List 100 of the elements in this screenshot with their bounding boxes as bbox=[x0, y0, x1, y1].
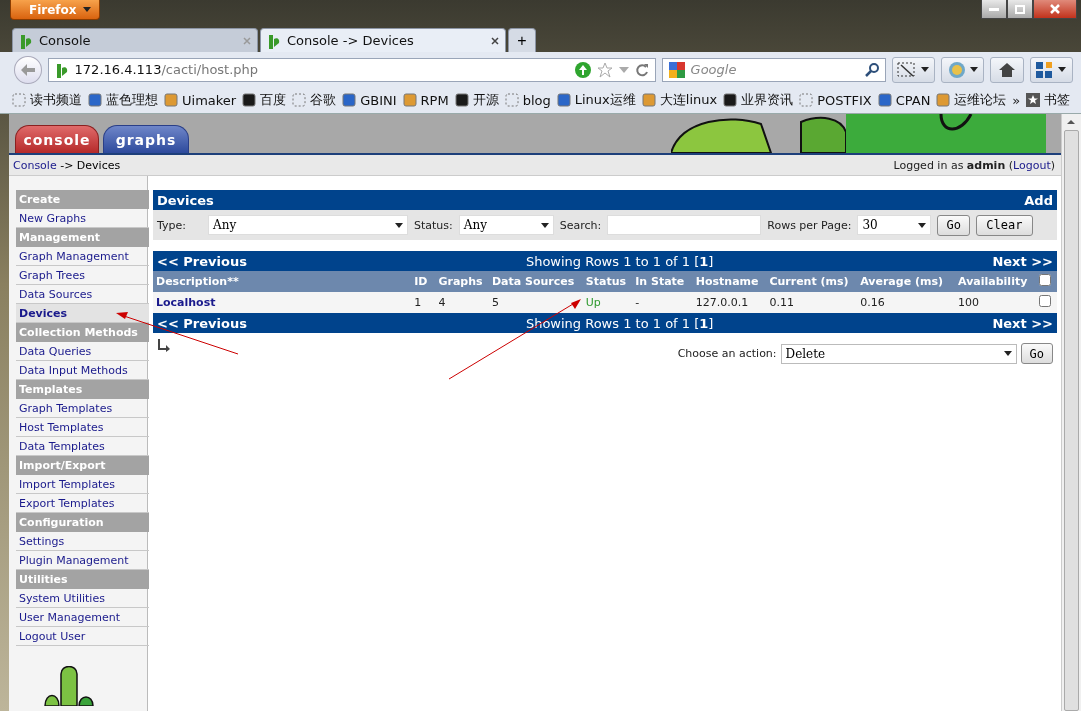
table-cell: 1 bbox=[411, 292, 436, 313]
rows-per-page-label: Rows per Page: bbox=[767, 218, 852, 232]
bookmark-icon bbox=[723, 93, 738, 107]
clear-button[interactable]: Clear bbox=[975, 214, 1033, 236]
bookmark-item[interactable]: GBINI bbox=[342, 92, 397, 108]
column-header[interactable]: Availability bbox=[955, 271, 1036, 292]
next-link[interactable]: Next >> bbox=[992, 315, 1053, 331]
reload-icon[interactable] bbox=[634, 62, 649, 77]
tiles-icon bbox=[1036, 61, 1055, 78]
bookmark-item[interactable]: CPAN bbox=[877, 92, 931, 108]
column-header[interactable]: Data Sources bbox=[488, 271, 583, 292]
bookmark-item[interactable]: 蓝色理想 bbox=[88, 91, 158, 109]
bookmarks-folder[interactable]: 书签 bbox=[1026, 91, 1071, 109]
scrollbar[interactable] bbox=[1061, 114, 1081, 711]
browser-tab[interactable]: Console bbox=[12, 28, 258, 52]
sidebar-item[interactable]: Graph Management bbox=[16, 247, 149, 266]
minimize-button[interactable] bbox=[981, 0, 1007, 19]
action-select[interactable]: Delete bbox=[780, 343, 1017, 364]
sidebar-item[interactable]: Logout User bbox=[16, 627, 149, 646]
maximize-icon bbox=[1015, 4, 1025, 14]
bookmark-item[interactable]: 开源 bbox=[454, 91, 499, 109]
next-link[interactable]: Next >> bbox=[992, 253, 1053, 269]
add-link[interactable]: Add bbox=[1024, 192, 1053, 208]
bookmark-icon bbox=[454, 93, 469, 107]
select-all-checkbox[interactable] bbox=[1038, 274, 1051, 286]
search-field[interactable]: Google bbox=[661, 57, 886, 82]
bookmark-item[interactable]: 运维论坛 bbox=[936, 91, 1007, 109]
bookmark-item[interactable]: blog bbox=[504, 92, 551, 108]
bookmark-item[interactable]: 读书频道 bbox=[12, 91, 82, 109]
dropdown-caret-icon bbox=[969, 67, 978, 72]
column-header[interactable]: Description** bbox=[153, 271, 412, 292]
close-button[interactable] bbox=[1033, 0, 1077, 19]
column-header[interactable]: Status bbox=[582, 271, 633, 292]
sidebar-item[interactable]: Graph Trees bbox=[16, 266, 149, 285]
scissors-frame-icon bbox=[897, 61, 918, 78]
previous-link[interactable]: << Previous bbox=[157, 315, 247, 331]
sidebar-item[interactable]: Data Queries bbox=[16, 342, 149, 361]
bookmark-item[interactable]: Linux运维 bbox=[556, 91, 636, 109]
search-input[interactable] bbox=[607, 215, 762, 235]
column-header[interactable]: Average (ms) bbox=[857, 271, 956, 292]
browser-tab[interactable]: Console -> Devices bbox=[260, 28, 506, 52]
url-field[interactable]: 172.16.4.113/cacti/host.php bbox=[47, 57, 656, 82]
bookmark-item[interactable]: RPM bbox=[402, 92, 449, 108]
column-header[interactable]: Hostname bbox=[692, 271, 767, 292]
sidebar-item[interactable]: Host Templates bbox=[16, 418, 149, 437]
bookmark-icon bbox=[504, 93, 519, 107]
type-select[interactable]: Any bbox=[208, 215, 408, 235]
search-icon[interactable] bbox=[864, 62, 879, 77]
badge-tool-button[interactable] bbox=[940, 56, 985, 83]
previous-link[interactable]: << Previous bbox=[157, 253, 247, 269]
rows-per-page-select[interactable]: 30 bbox=[857, 215, 932, 235]
screenshot-tool-button[interactable] bbox=[891, 56, 935, 83]
device-link[interactable]: Localhost bbox=[153, 292, 412, 313]
sidebar-item[interactable]: Settings bbox=[16, 532, 149, 551]
close-icon[interactable] bbox=[491, 36, 499, 45]
sidebar-item[interactable]: Import Templates bbox=[16, 475, 149, 494]
more-bookmarks-chevron[interactable]: » bbox=[1012, 92, 1021, 108]
breadcrumb-link[interactable]: Console bbox=[13, 158, 57, 172]
back-button[interactable] bbox=[14, 55, 42, 84]
bookmark-item[interactable]: Uimaker bbox=[164, 92, 237, 108]
column-header[interactable]: ID bbox=[411, 271, 436, 292]
action-go-button[interactable]: Go bbox=[1020, 343, 1053, 364]
top-tab[interactable]: console bbox=[15, 125, 99, 153]
dropdown-caret-icon[interactable] bbox=[618, 66, 629, 73]
bookmark-item[interactable]: 业界资讯 bbox=[723, 91, 794, 109]
home-button[interactable] bbox=[990, 56, 1024, 83]
home-icon bbox=[998, 62, 1015, 77]
sidebar-item[interactable]: Devices bbox=[16, 304, 149, 323]
bookmark-item[interactable]: 谷歌 bbox=[292, 91, 337, 109]
column-header[interactable]: Current (ms) bbox=[766, 271, 858, 292]
logout-link[interactable]: Logout bbox=[1013, 158, 1051, 172]
apps-button[interactable] bbox=[1029, 56, 1073, 83]
dropdown-caret-icon bbox=[921, 67, 930, 72]
table-cell: 0.11 bbox=[766, 292, 858, 313]
new-tab-button[interactable]: + bbox=[508, 28, 536, 52]
sidebar-header: Create bbox=[16, 190, 149, 209]
go-button[interactable]: Go bbox=[937, 214, 970, 236]
back-arrow-icon bbox=[20, 63, 35, 76]
sidebar-item[interactable]: User Management bbox=[16, 608, 149, 627]
column-header[interactable]: In State bbox=[632, 271, 693, 292]
bookmark-item[interactable]: 百度 bbox=[242, 91, 287, 109]
status-select[interactable]: Any bbox=[458, 215, 554, 235]
sidebar-item[interactable]: Graph Templates bbox=[16, 399, 149, 418]
bookmark-item[interactable]: 大连linux bbox=[641, 91, 718, 109]
sidebar-item[interactable]: System Utilities bbox=[16, 589, 149, 608]
scrollbar-thumb[interactable] bbox=[1064, 130, 1079, 711]
table-cell: Up bbox=[582, 292, 633, 313]
table-cell: 127.0.0.1 bbox=[692, 292, 767, 313]
go-icon[interactable] bbox=[574, 61, 591, 78]
row-checkbox[interactable] bbox=[1038, 295, 1051, 307]
table-cell: 0.16 bbox=[857, 292, 956, 313]
star-icon[interactable] bbox=[596, 61, 613, 78]
login-status-text: Logged in as admin (Logout) bbox=[893, 158, 1055, 172]
top-tab[interactable]: graphs bbox=[103, 125, 189, 153]
cactus-icon bbox=[267, 32, 281, 49]
column-header[interactable]: Graphs bbox=[435, 271, 489, 292]
table-cell: 5 bbox=[488, 292, 583, 313]
bookmark-item[interactable]: POSTFIX bbox=[799, 92, 872, 108]
dropdown-caret-icon bbox=[540, 222, 549, 228]
maximize-button[interactable] bbox=[1007, 0, 1033, 19]
